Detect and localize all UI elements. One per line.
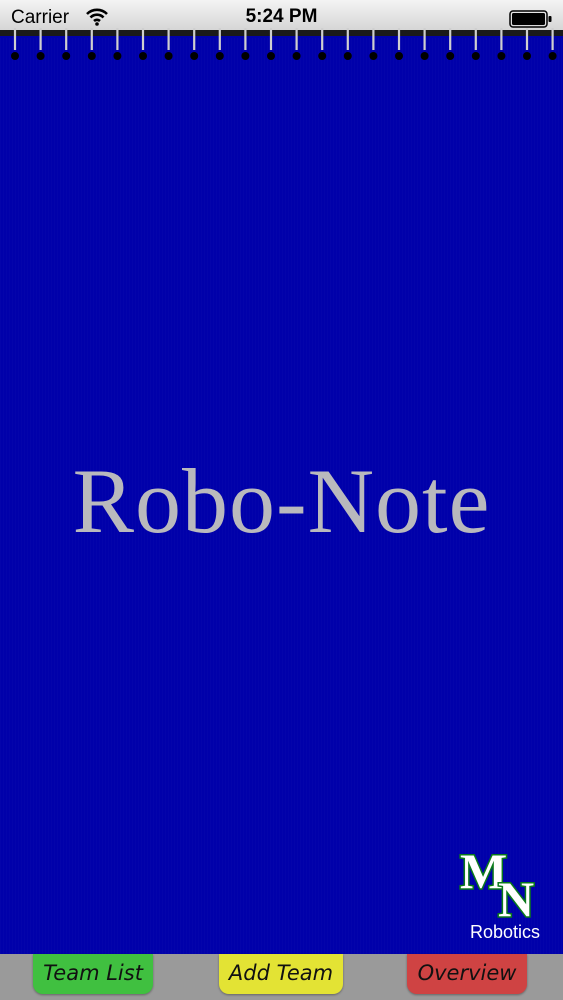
tab-bar: Team List Add Team Overview bbox=[0, 954, 563, 1000]
svg-text:N: N bbox=[498, 871, 534, 927]
app-title: Robo-Note bbox=[72, 450, 491, 552]
binding-hole bbox=[369, 52, 378, 60]
binding-hole bbox=[523, 52, 531, 60]
binding-hole bbox=[139, 52, 147, 60]
binding-hole bbox=[548, 52, 557, 60]
binding-hole bbox=[113, 52, 122, 60]
binding-hole bbox=[446, 52, 455, 60]
battery-icon bbox=[509, 10, 552, 28]
notebook-cover: Robo-Note bbox=[0, 38, 563, 954]
spiral-binding bbox=[0, 28, 563, 60]
binding-hole bbox=[395, 52, 403, 60]
clock: 5:24 PM bbox=[245, 6, 318, 27]
binding-hole bbox=[190, 52, 199, 60]
binding-hole bbox=[343, 52, 352, 60]
binding-hole bbox=[292, 52, 301, 60]
binding-hole bbox=[497, 52, 506, 60]
binding-hole bbox=[318, 52, 327, 60]
tab-team-list[interactable]: Team List bbox=[33, 954, 153, 994]
binding-hole bbox=[267, 52, 275, 60]
binding-hole bbox=[471, 52, 480, 60]
binding-hole bbox=[215, 52, 224, 60]
binding-hole bbox=[241, 52, 250, 60]
tab-overview[interactable]: Overview bbox=[407, 954, 527, 994]
binding-hole bbox=[11, 52, 19, 60]
logo-caption: Robotics bbox=[469, 922, 541, 942]
binding-hole bbox=[36, 52, 45, 60]
binding-hole bbox=[62, 52, 71, 60]
binding-hole bbox=[420, 52, 429, 60]
binding-hole bbox=[87, 52, 96, 60]
binding-hole bbox=[164, 52, 173, 60]
tab-add-team[interactable]: Add Team bbox=[219, 954, 343, 994]
